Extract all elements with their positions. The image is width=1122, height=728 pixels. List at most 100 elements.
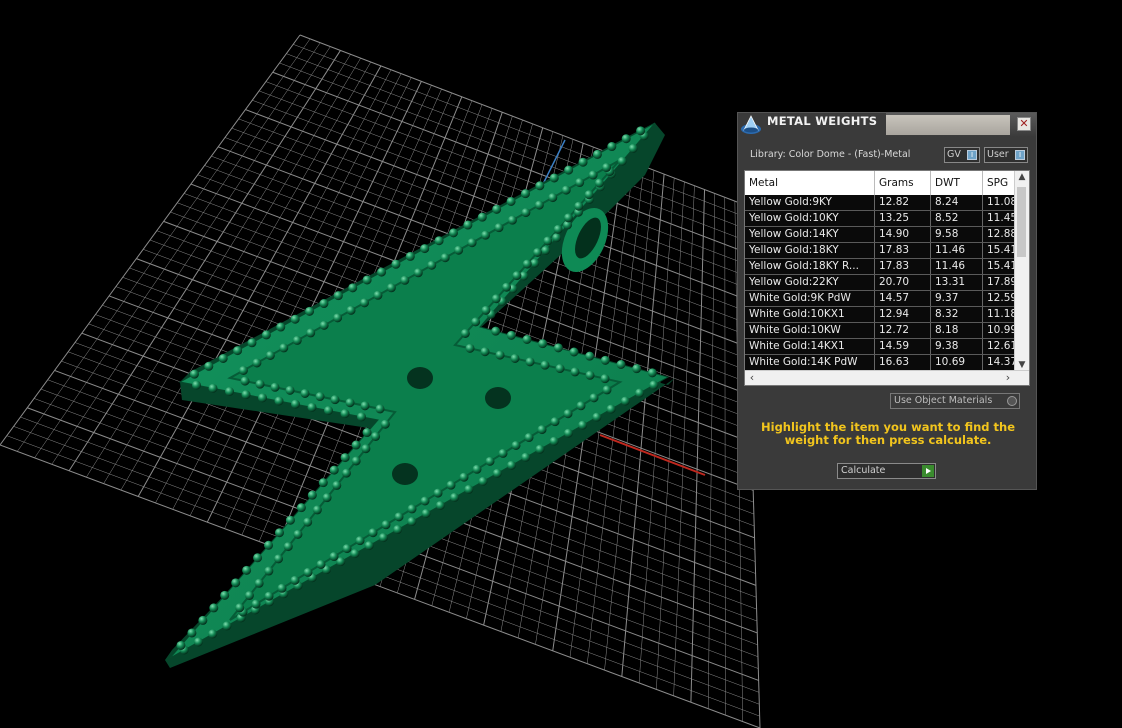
horizontal-scrollbar[interactable]: ‹ ›: [745, 370, 1029, 385]
column-header-grams[interactable]: Grams: [875, 171, 931, 195]
bead: [460, 328, 470, 338]
table-cell: Yellow Gold:10KY: [745, 211, 875, 226]
bead: [477, 212, 487, 222]
bead: [522, 335, 532, 344]
bead: [494, 223, 504, 233]
bead: [359, 298, 369, 308]
table-header: Metal Grams DWT SPG: [745, 171, 1023, 196]
bead: [340, 409, 350, 419]
bead: [602, 163, 612, 173]
radio-icon[interactable]: [1007, 396, 1017, 406]
bead: [307, 490, 317, 500]
bead: [277, 583, 287, 593]
bead: [393, 525, 403, 535]
column-header-metal[interactable]: Metal: [745, 171, 875, 195]
bead: [592, 149, 602, 159]
bead: [549, 436, 559, 446]
table-cell: 14.57: [875, 291, 931, 306]
vertical-scrollbar[interactable]: ▲ ▼: [1014, 171, 1029, 371]
bead: [420, 496, 430, 506]
bead: [525, 357, 535, 367]
bead: [549, 173, 559, 183]
chevron-left-icon[interactable]: ‹: [745, 371, 759, 385]
bead: [540, 360, 550, 370]
table-row[interactable]: White Gold:10KW 12.72 8.18 10.99: [745, 323, 1023, 339]
bead: [364, 541, 374, 551]
bead: [218, 353, 228, 363]
bead: [435, 500, 445, 510]
column-header-dwt[interactable]: DWT: [931, 171, 983, 195]
table-row[interactable]: White Gold:9K PdW 14.57 9.37 12.59: [745, 291, 1023, 307]
table-cell: 9.38: [931, 339, 983, 354]
bead: [465, 343, 475, 353]
gv-toggle[interactable]: GV I: [944, 147, 980, 163]
bead: [563, 428, 573, 438]
chevron-right-icon[interactable]: ›: [1001, 371, 1015, 385]
table-cell: 8.32: [931, 307, 983, 322]
table-row[interactable]: Yellow Gold:18KY 17.83 11.46 15.41: [745, 243, 1023, 259]
bead: [454, 245, 464, 255]
bead: [306, 328, 316, 338]
lightning-bolt-model[interactable]: [165, 122, 675, 668]
bead: [407, 504, 417, 514]
bead: [360, 401, 370, 411]
bead: [238, 365, 248, 375]
bead: [606, 404, 616, 414]
bead: [520, 189, 530, 199]
metal-weights-panel: METAL WEIGHTS ✕ Library: Color Dome - (F…: [737, 112, 1037, 490]
scroll-thumb[interactable]: [1017, 187, 1026, 257]
bead: [427, 260, 437, 270]
table-cell: 8.52: [931, 211, 983, 226]
bead: [225, 387, 234, 396]
bead: [333, 291, 343, 301]
table-cell: 12.82: [875, 195, 931, 210]
metal-table[interactable]: Metal Grams DWT SPG Yellow Gold:9KY 12.82…: [744, 170, 1030, 386]
bead: [176, 640, 186, 650]
bead: [265, 350, 275, 360]
table-row[interactable]: Yellow Gold:22KY 20.70 13.31 17.89: [745, 275, 1023, 291]
table-row[interactable]: Yellow Gold:18KY R... 17.83 11.46 15.41: [745, 259, 1023, 275]
panel-titlebar[interactable]: METAL WEIGHTS ✕: [738, 113, 1036, 137]
bead: [407, 517, 417, 527]
play-icon: [922, 465, 934, 477]
toggle-indicator-icon: I: [1015, 150, 1025, 160]
use-object-materials-option[interactable]: Use Object Materials: [890, 393, 1020, 409]
table-row[interactable]: White Gold:14K PdW 16.63 10.69 14.37: [745, 355, 1023, 371]
calculate-button[interactable]: Calculate: [837, 463, 936, 479]
bead: [420, 244, 430, 254]
table-cell: 11.46: [931, 243, 983, 258]
bead: [361, 444, 371, 454]
bead: [283, 542, 293, 552]
user-toggle[interactable]: User I: [984, 147, 1028, 163]
bead: [585, 351, 595, 361]
bead: [357, 412, 366, 422]
bead: [467, 238, 477, 248]
bead: [472, 464, 482, 474]
bead: [635, 388, 645, 398]
table-row[interactable]: White Gold:10KX1 12.94 8.32 11.18: [745, 307, 1023, 323]
bead: [209, 603, 219, 613]
bead: [616, 360, 626, 369]
table-row[interactable]: White Gold:14KX1 14.59 9.38 12.61: [745, 339, 1023, 355]
bead: [538, 339, 548, 349]
bead: [535, 444, 545, 454]
bead: [274, 528, 284, 538]
bead: [421, 508, 431, 518]
bead: [524, 433, 534, 443]
bead: [264, 540, 274, 550]
bead: [413, 268, 423, 278]
table-row[interactable]: Yellow Gold:10KY 13.25 8.52 11.45: [745, 211, 1023, 227]
bead: [193, 637, 203, 647]
bead: [555, 364, 565, 374]
table-row[interactable]: Yellow Gold:14KY 14.90 9.58 12.88: [745, 227, 1023, 243]
bead: [290, 314, 300, 324]
bead: [362, 428, 372, 438]
bead: [553, 343, 563, 353]
close-icon[interactable]: ✕: [1017, 117, 1031, 131]
bead: [378, 533, 388, 543]
bead: [521, 208, 531, 218]
bead: [355, 536, 365, 546]
chevron-up-icon[interactable]: ▲: [1015, 171, 1029, 183]
table-row[interactable]: Yellow Gold:9KY 12.82 8.24 11.08: [745, 195, 1023, 211]
bead: [351, 456, 361, 466]
